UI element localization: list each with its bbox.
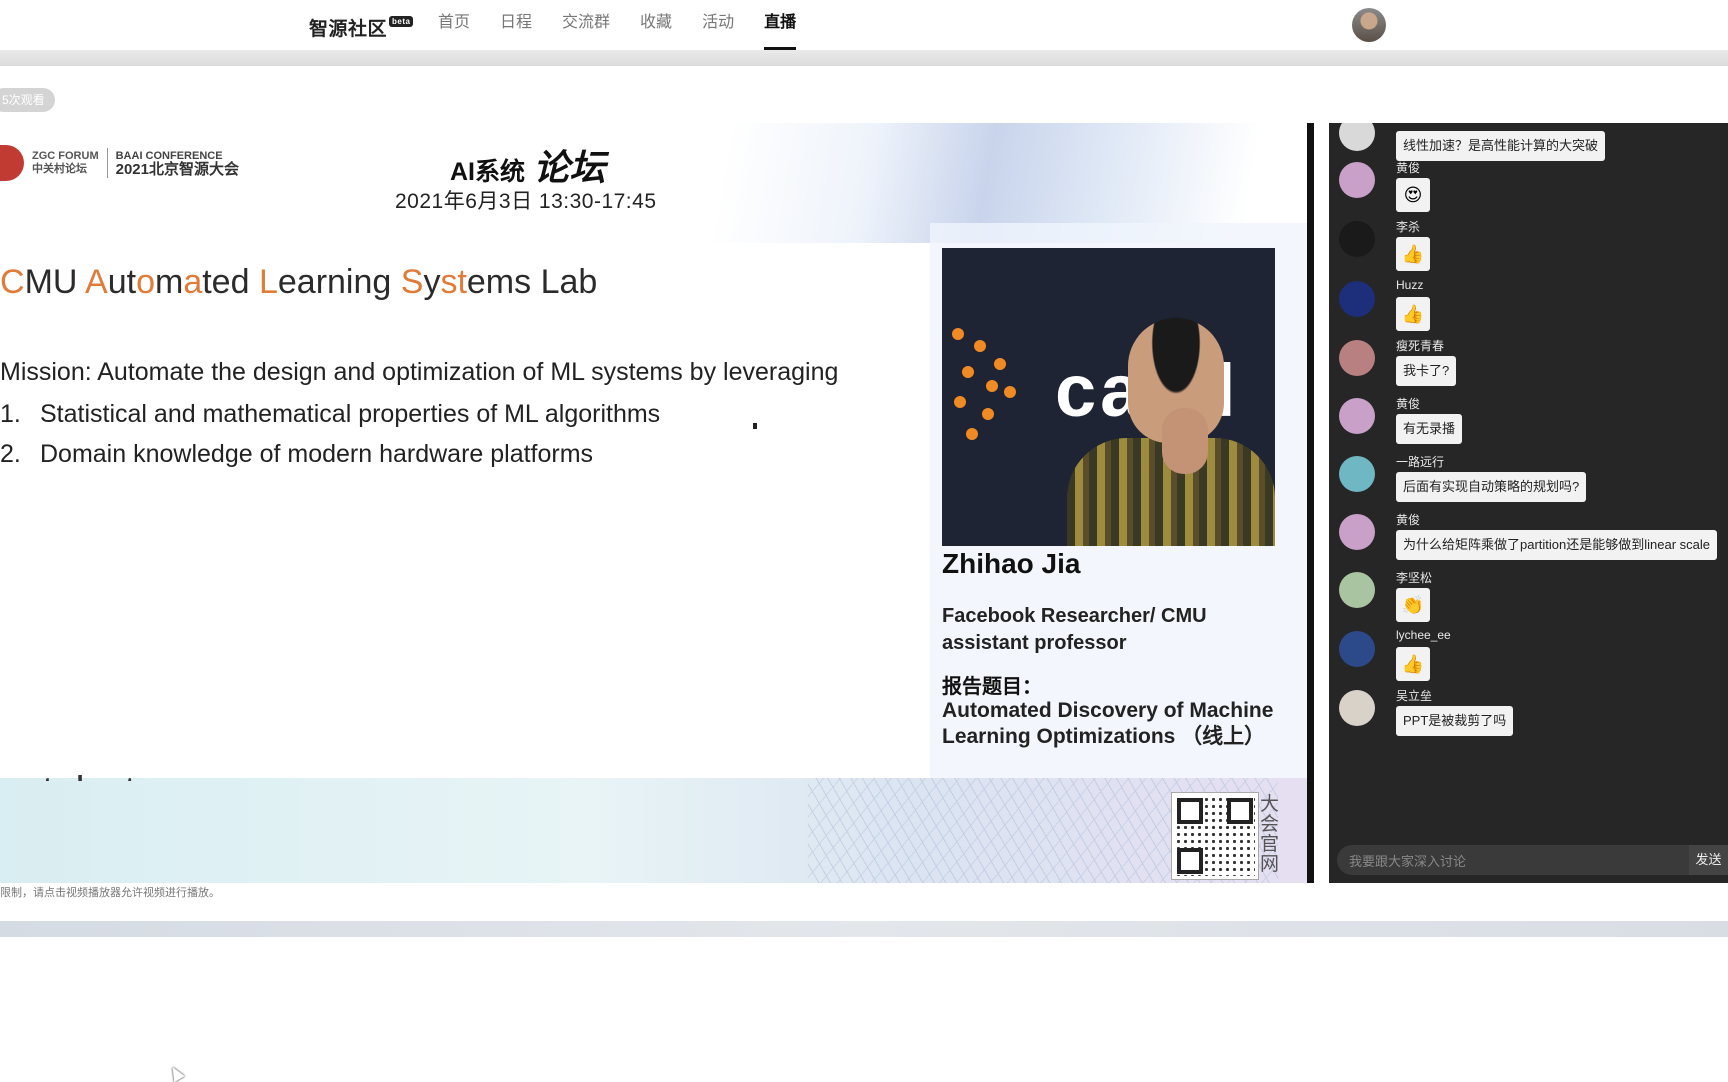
speaker-hand [1162, 408, 1208, 474]
slide-pointer [753, 423, 757, 429]
lab-title-part: S [400, 263, 424, 301]
chat-username: 一路远行 [1396, 455, 1445, 469]
conf-logo-line1: ZGC FORUM [32, 150, 99, 162]
chat-input-wrapper [1337, 845, 1722, 877]
header-divider [0, 50, 1728, 66]
chat-username: 李杀 [1396, 220, 1421, 234]
lab-title: CMU Automated Learning Systems Lab [0, 263, 597, 302]
lab-title-part: m [154, 263, 184, 301]
chat-input[interactable] [1337, 845, 1701, 877]
chat-emoji-bubble: 👍 [1396, 237, 1430, 271]
chat-bubble: 后面有实现自动策略的规划吗? [1396, 472, 1587, 502]
lab-title-part: L [258, 263, 278, 301]
lab-title-part: o [136, 263, 155, 301]
topic-text: Automated Discovery of Machine Learning … [942, 699, 1274, 748]
nav-item[interactable]: 直播 [764, 0, 797, 50]
video-player[interactable]: ZGC FORUM 中关村论坛 BAAI CONFERENCE 2021北京智源… [0, 123, 1307, 883]
chat-bubble: 我卡了? [1396, 356, 1457, 386]
bullet-text: Domain knowledge of modern hardware plat… [40, 440, 594, 468]
conference-logo: ZGC FORUM 中关村论坛 BAAI CONFERENCE 2021北京智源… [0, 145, 239, 181]
lab-title-part: y [423, 263, 441, 301]
bullet-num: 1. [0, 400, 21, 428]
chat-username: 瘦死青春 [1396, 339, 1445, 353]
chat-avatar[interactable] [1339, 456, 1375, 492]
catalyst-text: catalyst [0, 763, 136, 781]
qr-label: 大会官网 [1260, 794, 1280, 875]
forum-title: AI系统 论坛 [450, 139, 605, 191]
chat-avatar[interactable] [1339, 162, 1375, 198]
forum-time: 2021年6月3日 13:30-17:45 [395, 190, 657, 213]
speaker-camera: ca al [942, 248, 1275, 546]
chat-emoji-bubble: 👍 [1396, 297, 1430, 331]
top-nav: 智源社区 beta 首页 日程 交流群 收藏 活动 直播 [0, 0, 1728, 50]
player-divider [1307, 123, 1314, 883]
send-button[interactable]: 发送 [1689, 845, 1728, 875]
chat-username: 黄俊 [1396, 397, 1421, 411]
chat-avatar[interactable] [1339, 572, 1375, 608]
chat-username: 黄俊 [1396, 513, 1421, 527]
site-logo-text: 智源社区 [309, 19, 388, 40]
chat-avatar[interactable] [1339, 690, 1375, 726]
chat-avatar[interactable] [1339, 398, 1375, 434]
lab-title-part: ems Lab [466, 263, 598, 301]
chat-avatar[interactable] [1339, 281, 1375, 317]
chat-username: 黄俊 [1396, 161, 1421, 175]
nav-item[interactable]: 活动 [702, 0, 734, 50]
lab-title-part: A [85, 263, 108, 301]
nav-item[interactable]: 首页 [438, 0, 470, 50]
chat-avatar[interactable] [1339, 123, 1375, 151]
conf-logo-line4: 2021北京智源大会 [115, 161, 239, 178]
chat-bubble: 线性加速？是高性能计算的大突破 [1396, 131, 1606, 161]
nav-menu: 首页 日程 交流群 收藏 活动 直播 [438, 0, 797, 50]
chat-avatar[interactable] [1339, 514, 1375, 550]
chat-bubble: 为什么给矩阵乘做了partition还是能够做到linear scale [1396, 530, 1718, 560]
zgc-logo-icon [0, 145, 24, 181]
lab-title-part: ut [107, 263, 137, 301]
bullet-item: 2. Domain knowledge of modern hardware pl… [0, 440, 593, 469]
autoplay-notice: 限制，请点击视频播放器允许视频进行播放。 [0, 887, 220, 899]
chat-bubble: PPT是被裁剪了吗 [1396, 706, 1514, 736]
bullet-num: 2. [0, 440, 21, 468]
forum-title-prefix: AI系统 [450, 158, 526, 186]
footer-divider [0, 921, 1728, 937]
chat-avatar[interactable] [1339, 221, 1375, 257]
bullet-item: 1. Statistical and mathematical propertie… [0, 400, 660, 429]
mouse-cursor-icon [167, 1063, 185, 1082]
beta-badge: beta [389, 16, 414, 27]
nav-item[interactable]: 交流群 [562, 0, 610, 50]
lab-title-part: C [0, 263, 25, 301]
chat-username: 吴立垒 [1396, 689, 1433, 703]
chat-username: lychee_ee [1396, 628, 1451, 642]
conf-logo-line2: 中关村论坛 [32, 163, 87, 175]
forum-title-main: 论坛 [533, 147, 606, 188]
user-avatar[interactable] [1352, 8, 1386, 42]
lab-title-part: a [183, 263, 203, 301]
chat-panel: 线性加速？是高性能计算的大突破黄俊😍李杀👍Huzz👍瘦死青春我卡了?黄俊有无录播… [1329, 123, 1728, 883]
chat-emoji-bubble: 😍 [1396, 178, 1430, 212]
view-count-badge: 5次观看 [0, 88, 55, 112]
logo-separator [106, 148, 108, 178]
catalyst-logo-icon [942, 318, 1022, 448]
bullet-text: Statistical and mathematical properties … [40, 400, 661, 428]
chat-bubble: 有无录播 [1396, 414, 1463, 444]
nav-item[interactable]: 日程 [500, 0, 532, 50]
site-logo[interactable]: 智源社区 beta [309, 14, 414, 41]
chat-emoji-bubble: 👍 [1396, 647, 1430, 681]
lab-title-part: MU [24, 263, 86, 301]
qr-code [1172, 793, 1258, 879]
nav-item[interactable]: 收藏 [640, 0, 672, 50]
mission-text: Mission: Automate the design and optimiz… [0, 358, 839, 386]
lab-title-part: earning [277, 263, 401, 301]
speaker-role: Facebook Researcher/ CMU assistant profe… [942, 605, 1207, 654]
chat-avatar[interactable] [1339, 631, 1375, 667]
lab-title-part: st [440, 263, 467, 301]
chat-username: 李坚松 [1396, 571, 1433, 585]
chat-username: Huzz [1396, 278, 1424, 292]
chat-avatar[interactable] [1339, 340, 1375, 376]
speaker-name: Zhihao Jia [942, 548, 1081, 579]
topic-label: 报告题目： [942, 676, 1042, 698]
chat-emoji-bubble: 👏 [1396, 588, 1430, 622]
lab-title-part: ted [202, 263, 259, 301]
